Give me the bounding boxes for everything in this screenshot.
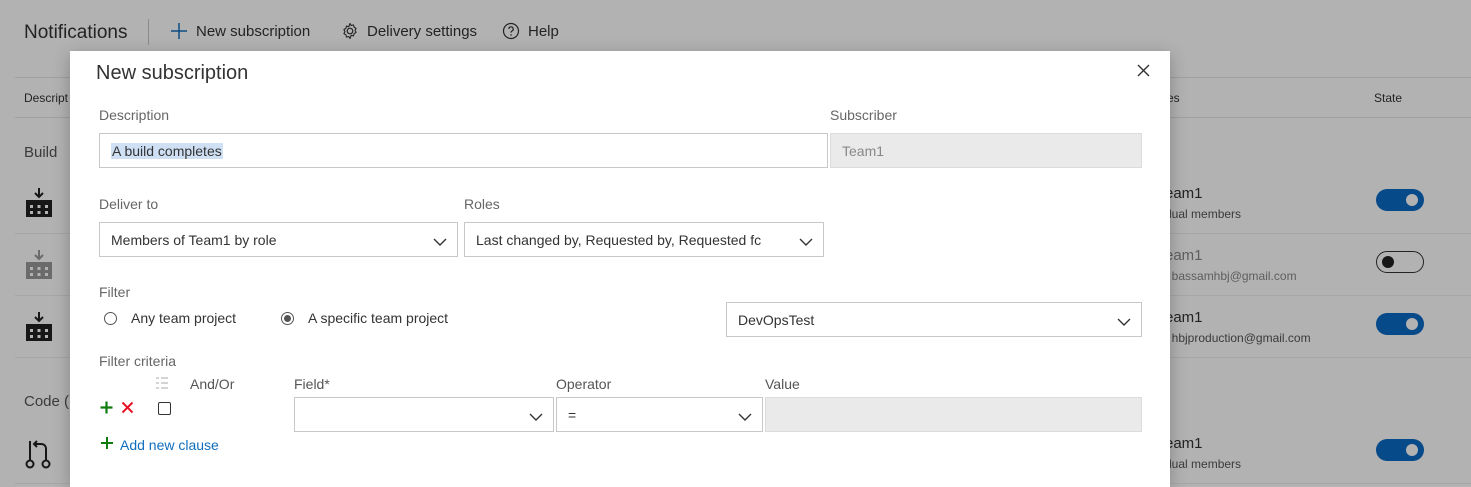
specific-project-label: A specific team project (308, 310, 449, 326)
roles-value: Last changed by, Requested by, Requested… (476, 231, 762, 248)
and-or-header: And/Or (190, 376, 235, 392)
roles-dropdown[interactable]: Last changed by, Requested by, Requested… (464, 222, 824, 257)
chevron-down-icon (1117, 314, 1131, 330)
description-label: Description (99, 107, 170, 123)
deliver-to-dropdown[interactable]: Members of Team1 by role (99, 222, 458, 257)
operator-value: = (568, 406, 577, 423)
value-header: Value (765, 376, 800, 392)
value-input[interactable] (765, 397, 1142, 432)
operator-header: Operator (556, 376, 612, 392)
chevron-down-icon (799, 234, 813, 250)
dialog-title: New subscription (96, 62, 249, 84)
subscriber-value: Team1 (842, 142, 885, 159)
radio-button-checked[interactable] (281, 311, 294, 325)
group-clauses-icon[interactable] (155, 376, 169, 390)
description-input[interactable]: A build completes (99, 133, 828, 168)
subscriber-label: Subscriber (830, 107, 897, 123)
clause-checkbox[interactable] (158, 402, 171, 415)
chevron-down-icon (529, 409, 543, 425)
filter-criteria-label: Filter criteria (99, 353, 177, 369)
add-clause-icon[interactable] (99, 400, 113, 414)
subscriber-field: Team1 (830, 133, 1142, 168)
filter-label: Filter (99, 284, 131, 300)
team-project-dropdown[interactable]: DevOpsTest (726, 302, 1142, 337)
chevron-down-icon (738, 409, 752, 425)
any-project-label: Any team project (131, 310, 237, 326)
team-project-value: DevOpsTest (738, 311, 815, 328)
deliver-to-label: Deliver to (99, 196, 159, 212)
add-new-clause-link[interactable]: Add new clause (100, 436, 219, 453)
description-value: A build completes (111, 142, 223, 159)
field-dropdown[interactable] (294, 397, 554, 432)
specific-project-radio[interactable]: A specific team project (281, 310, 448, 326)
operator-dropdown[interactable]: = (556, 397, 763, 432)
remove-clause-icon[interactable] (120, 400, 134, 414)
chevron-down-icon (433, 234, 447, 250)
add-new-clause-label: Add new clause (120, 436, 219, 453)
close-icon[interactable] (1133, 60, 1153, 80)
new-subscription-dialog: New subscription Description A build com… (70, 51, 1170, 487)
plus-icon (100, 436, 114, 453)
roles-label: Roles (464, 196, 500, 212)
field-header: Field* (294, 376, 330, 392)
deliver-to-value: Members of Team1 by role (111, 231, 277, 248)
radio-button[interactable] (104, 311, 117, 325)
any-project-radio[interactable]: Any team project (104, 310, 236, 326)
